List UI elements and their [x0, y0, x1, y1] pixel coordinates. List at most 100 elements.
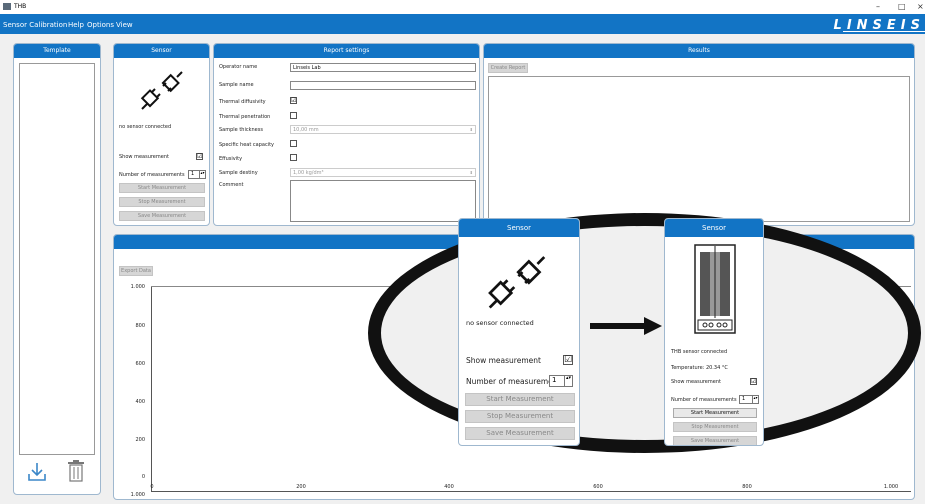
num-measurements-stepper[interactable]: 1 ▴▾	[188, 170, 206, 179]
sample-density-value: 1,00 kg/dm³	[293, 170, 324, 176]
maximize-button[interactable]: □	[898, 2, 906, 11]
right-arrow-icon	[590, 316, 662, 336]
comment-label: Comment	[219, 182, 244, 188]
thermal-penetration-label: Thermal penetration	[219, 114, 271, 120]
x-tick-label: 600	[593, 484, 603, 490]
zoom-left-title: Sensor	[459, 219, 579, 237]
zoom-sensor-panel-before: Sensor no sensor connected Show measurem…	[458, 218, 580, 446]
results-panel: Results Create Report	[483, 43, 915, 226]
operator-name-field[interactable]: Linseis Lab	[290, 63, 476, 72]
report-settings-panel: Report settings Operator name Linseis La…	[213, 43, 480, 226]
stepper-arrows-icon[interactable]: ▴▾	[564, 376, 572, 386]
show-measurement-label: Show measurement	[119, 154, 169, 160]
zoom-left-show-checkbox[interactable]: ☑	[563, 355, 573, 365]
trash-icon[interactable]	[66, 459, 86, 483]
sensor-panel: Sensor no sensor connected Show measurem…	[113, 43, 210, 226]
thb-sensor-icon	[694, 244, 736, 336]
sample-density-field[interactable]: 1,00 kg/dm³ ⬍	[290, 168, 476, 177]
export-data-button[interactable]: Export Data	[119, 266, 153, 276]
sample-thickness-value: 10,00 mm	[293, 127, 319, 133]
menu-view[interactable]: View	[116, 21, 133, 29]
density-spin-icon[interactable]: ⬍	[470, 169, 473, 177]
sample-thickness-label: Sample thickness	[219, 127, 263, 133]
minimize-button[interactable]: –	[876, 2, 880, 11]
menu-bar: Sensor Calibration Help Options View LIN…	[0, 14, 925, 34]
template-panel: Template	[13, 43, 101, 495]
x-tick-label: 1.000	[883, 484, 899, 490]
app-icon	[3, 3, 11, 10]
zoom-right-num-label: Number of measurements	[671, 397, 737, 403]
template-list[interactable]	[19, 63, 95, 455]
specific-heat-label: Specific heat capacity	[219, 142, 275, 148]
sample-density-label: Sample destiny	[219, 170, 258, 176]
menu-help[interactable]: Help	[68, 21, 84, 29]
zoom-right-num-value: 1	[742, 396, 746, 402]
x-tick-label: 200	[296, 484, 306, 490]
x-tick-label: 800	[742, 484, 752, 490]
num-measurements-value: 1	[191, 171, 195, 177]
results-title: Results	[484, 44, 914, 58]
disconnected-plug-icon	[484, 253, 550, 313]
y-tick-label: 1.000	[130, 492, 145, 498]
zoom-right-save-button[interactable]: Save Measurement	[673, 436, 757, 445]
app-window: THB – □ × Sensor Calibration Help Option…	[0, 0, 925, 504]
disconnected-plug-icon	[138, 69, 186, 113]
y-tick-label: 600	[135, 361, 145, 367]
brand-underline	[843, 31, 925, 32]
sample-name-field[interactable]	[290, 81, 476, 90]
zoom-right-show-label: Show measurement	[671, 379, 721, 385]
effusivity-label: Effusivity	[219, 156, 243, 162]
title-bar: THB – □ ×	[0, 0, 925, 14]
import-icon[interactable]	[26, 461, 48, 483]
zoom-left-num-value: 1	[552, 376, 557, 384]
menu-options[interactable]: Options	[87, 21, 114, 29]
y-axis	[151, 287, 152, 492]
start-measurement-button[interactable]: Start Measurement	[119, 183, 205, 193]
thermal-diffusivity-checkbox[interactable]: ☑	[290, 97, 297, 104]
thermal-penetration-checkbox[interactable]	[290, 112, 297, 119]
menu-sensor-calibration[interactable]: Sensor Calibration	[3, 21, 67, 29]
y-tick-label: 800	[135, 323, 145, 329]
zoom-right-status: THB sensor connected	[671, 349, 728, 355]
zoom-right-stop-button[interactable]: Stop Measurement	[673, 422, 757, 432]
create-report-button[interactable]: Create Report	[488, 63, 528, 73]
stepper-arrows-icon[interactable]: ▴▾	[199, 171, 205, 178]
zoom-left-save-button[interactable]: Save Measurement	[465, 427, 575, 440]
y-tick-label: 0	[141, 474, 145, 480]
report-settings-title: Report settings	[214, 44, 479, 58]
x-tick-label: 400	[444, 484, 454, 490]
close-button[interactable]: ×	[917, 2, 924, 11]
y-tick-label: 200	[135, 437, 145, 443]
sensor-status: no sensor connected	[119, 124, 172, 130]
zoom-left-num-stepper[interactable]: 1 ▴▾	[549, 375, 573, 387]
zoom-right-show-checkbox[interactable]: ☑	[750, 378, 757, 385]
comment-field[interactable]	[290, 180, 476, 222]
stepper-arrows-icon[interactable]: ▴▾	[752, 396, 758, 403]
sample-name-label: Sample name	[219, 82, 254, 88]
zoom-left-start-button[interactable]: Start Measurement	[465, 393, 575, 406]
stop-measurement-button[interactable]: Stop Measurement	[119, 197, 205, 207]
specific-heat-checkbox[interactable]	[290, 140, 297, 147]
thickness-spin-icon[interactable]: ⬍	[470, 126, 473, 134]
zoom-left-stop-button[interactable]: Stop Measurement	[465, 410, 575, 423]
save-measurement-button[interactable]: Save Measurement	[119, 211, 205, 221]
show-measurement-checkbox[interactable]: ☑	[196, 153, 203, 160]
zoom-left-status: no sensor connected	[466, 319, 534, 327]
effusivity-checkbox[interactable]	[290, 154, 297, 161]
y-tick-label: 1.000	[130, 284, 145, 290]
zoom-right-temperature: Temperature: 20.34 °C	[671, 365, 728, 371]
x-axis	[151, 491, 911, 492]
template-title: Template	[14, 44, 100, 58]
num-measurements-label: Number of measurements	[119, 172, 185, 178]
zoom-right-start-button[interactable]: Start Measurement	[673, 408, 757, 418]
window-title: THB	[14, 3, 27, 10]
sample-thickness-field[interactable]: 10,00 mm ⬍	[290, 125, 476, 134]
y-tick-label: 400	[135, 399, 145, 405]
zoom-left-show-label: Show measurement	[466, 356, 541, 365]
zoom-sensor-panel-after: Sensor THB sensor connected Temperature:…	[664, 218, 764, 446]
results-area	[488, 76, 910, 222]
thermal-diffusivity-label: Thermal diffusivity	[219, 99, 266, 105]
operator-name-label: Operator name	[219, 64, 258, 70]
sensor-title: Sensor	[114, 44, 209, 58]
zoom-right-num-stepper[interactable]: 1 ▴▾	[739, 395, 759, 404]
